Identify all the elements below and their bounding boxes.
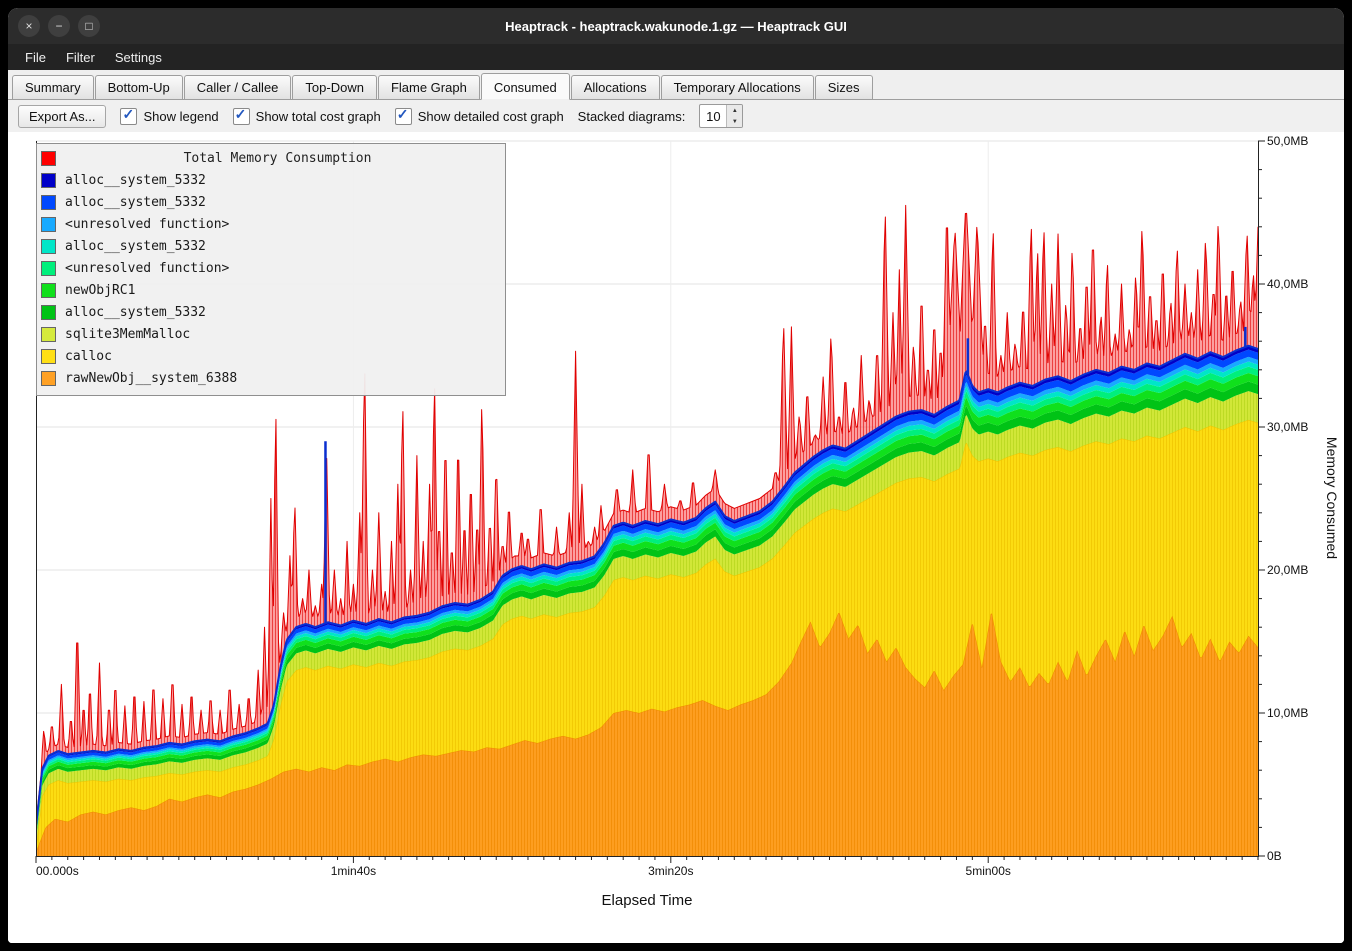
minimize-icon: − — [55, 20, 62, 32]
legend-title-swatch — [41, 151, 56, 166]
legend-item: rawNewObj__system_6388 — [41, 367, 499, 389]
y-tick-label: 20,0MB — [1267, 563, 1308, 577]
y-tick-label: 40,0MB — [1267, 277, 1308, 291]
stepper-up-button[interactable]: ▲ — [727, 105, 742, 116]
y-axis-title: Memory Consumed — [1324, 437, 1340, 559]
y-tick-label: 0B — [1267, 849, 1282, 863]
legend-swatch — [41, 349, 56, 364]
legend-item: alloc__system_5332 — [41, 191, 499, 213]
stacked-diagrams-spinbox[interactable]: 10 ▲ ▼ — [699, 104, 743, 128]
legend-item: <unresolved function> — [41, 213, 499, 235]
heaptrack-window: × − □ Heaptrack - heaptrack.wakunode.1.g… — [8, 8, 1344, 943]
tab-summary[interactable]: Summary — [12, 75, 94, 99]
x-tick-label: 00.000s — [36, 864, 79, 878]
legend-items: alloc__system_5332 alloc__system_5332 <unr… — [41, 169, 499, 389]
tab-temporary-allocations[interactable]: Temporary Allocations — [661, 75, 814, 99]
legend-item: newObjRC1 — [41, 279, 499, 301]
legend-item-label: newObjRC1 — [65, 283, 135, 298]
legend-item-label: alloc__system_5332 — [65, 305, 206, 320]
menu-settings[interactable]: Settings — [106, 47, 171, 68]
y-tick-label: 10,0MB — [1267, 706, 1308, 720]
legend-item-label: calloc — [65, 349, 112, 364]
legend-swatch — [41, 195, 56, 210]
legend-item-label: alloc__system_5332 — [65, 195, 206, 210]
tab-allocations[interactable]: Allocations — [571, 75, 660, 99]
tab-consumed[interactable]: Consumed — [481, 73, 570, 100]
legend-swatch — [41, 371, 56, 386]
legend-item-label: <unresolved function> — [65, 217, 229, 232]
y-tick-label: 50,0MB — [1267, 134, 1308, 148]
tab-bottom-up[interactable]: Bottom-Up — [95, 75, 183, 99]
toolbar-checkboxes: ✓ Show legend ✓ Show total cost graph ✓ Show … — [120, 108, 563, 125]
legend-swatch — [41, 239, 56, 254]
checkbox-indicator[interactable]: ✓ — [120, 108, 137, 125]
legend-item-label: alloc__system_5332 — [65, 173, 206, 188]
export-as-button[interactable]: Export As... — [18, 105, 106, 128]
stacked-diagrams-label: Stacked diagrams: — [578, 109, 686, 124]
legend-item-label: <unresolved function> — [65, 261, 229, 276]
legend-title: Total Memory Consumption — [56, 151, 499, 166]
close-icon: × — [25, 20, 32, 32]
legend-swatch — [41, 217, 56, 232]
legend-swatch — [41, 173, 56, 188]
stepper-down-button[interactable]: ▼ — [727, 116, 742, 127]
arrow-down-icon: ▼ — [732, 119, 738, 125]
checkbox-show-legend[interactable]: ✓ Show legend — [120, 108, 218, 125]
legend-item-label: sqlite3MemMalloc — [65, 327, 190, 342]
chart-area: Total Memory Consumption alloc__system_5… — [8, 132, 1344, 943]
legend-item: <unresolved function> — [41, 257, 499, 279]
menu-filter[interactable]: Filter — [57, 47, 104, 68]
legend-item-label: alloc__system_5332 — [65, 239, 206, 254]
tab-top-down[interactable]: Top-Down — [292, 75, 377, 99]
tab-sizes[interactable]: Sizes — [815, 75, 873, 99]
legend-item: sqlite3MemMalloc — [41, 323, 499, 345]
close-button[interactable]: × — [18, 15, 40, 37]
check-icon: ✓ — [122, 106, 134, 123]
x-tick-label: 1min40s — [331, 864, 376, 878]
stacked-diagrams-value: 10 — [700, 105, 726, 127]
x-tick-label: 5min00s — [966, 864, 1011, 878]
checkbox-label: Show legend — [143, 109, 218, 124]
legend-swatch — [41, 327, 56, 342]
window-title: Heaptrack - heaptrack.wakunode.1.gz — He… — [8, 19, 1344, 34]
spinbox-buttons: ▲ ▼ — [726, 105, 742, 127]
legend-item-label: rawNewObj__system_6388 — [65, 371, 237, 386]
legend-item: alloc__system_5332 — [41, 301, 499, 323]
maximize-icon: □ — [85, 20, 92, 32]
legend-item: alloc__system_5332 — [41, 169, 499, 191]
legend-item: calloc — [41, 345, 499, 367]
check-icon: ✓ — [397, 106, 409, 123]
toolbar: Export As... ✓ Show legend ✓ Show total cos… — [8, 100, 1344, 132]
y-tick-label: 30,0MB — [1267, 420, 1308, 434]
x-axis-title: Elapsed Time — [602, 892, 693, 909]
checkbox-show-detailed-cost-graph[interactable]: ✓ Show detailed cost graph — [395, 108, 564, 125]
maximize-button[interactable]: □ — [78, 15, 100, 37]
legend-swatch — [41, 305, 56, 320]
tab-caller-callee[interactable]: Caller / Callee — [184, 75, 292, 99]
chart-legend: Total Memory Consumption alloc__system_5… — [36, 143, 506, 396]
tab-flame-graph[interactable]: Flame Graph — [378, 75, 480, 99]
titlebar[interactable]: × − □ Heaptrack - heaptrack.wakunode.1.g… — [8, 8, 1344, 44]
x-tick-label: 3min20s — [648, 864, 693, 878]
legend-item: alloc__system_5332 — [41, 235, 499, 257]
check-icon: ✓ — [235, 106, 247, 123]
menu-file[interactable]: File — [16, 47, 55, 68]
legend-swatch — [41, 283, 56, 298]
window-controls: × − □ — [18, 8, 100, 44]
legend-swatch — [41, 261, 56, 276]
checkbox-label: Show detailed cost graph — [418, 109, 564, 124]
tab-bar: SummaryBottom-UpCaller / CalleeTop-DownF… — [8, 70, 1344, 100]
legend-title-row: Total Memory Consumption — [41, 147, 499, 169]
checkbox-indicator[interactable]: ✓ — [395, 108, 412, 125]
arrow-up-icon: ▲ — [732, 108, 738, 114]
minimize-button[interactable]: − — [48, 15, 70, 37]
checkbox-label: Show total cost graph — [256, 109, 381, 124]
menubar: FileFilterSettings — [8, 44, 1344, 70]
checkbox-show-total-cost-graph[interactable]: ✓ Show total cost graph — [233, 108, 381, 125]
checkbox-indicator[interactable]: ✓ — [233, 108, 250, 125]
